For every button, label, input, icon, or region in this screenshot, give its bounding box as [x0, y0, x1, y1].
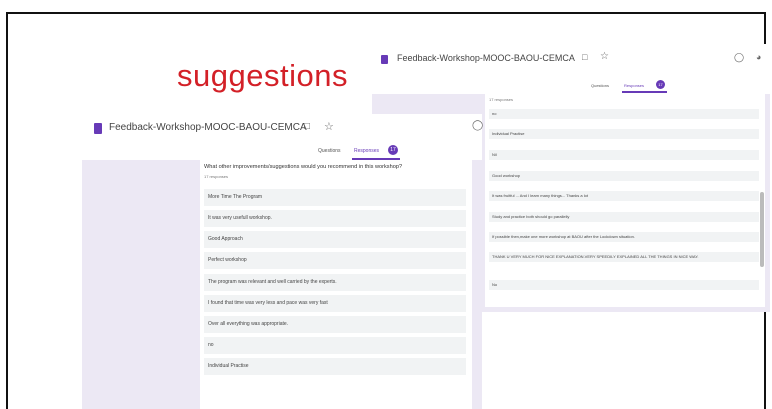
form-icon	[94, 123, 102, 134]
left-responses-card: What other improvements/suggestions woul…	[200, 160, 472, 409]
active-tab-underline	[622, 91, 667, 93]
tab-responses[interactable]: Responses	[624, 83, 644, 88]
list-item: Individual Practise	[489, 129, 759, 139]
left-side-band	[82, 160, 200, 409]
eye-icon[interactable]: ◕	[756, 52, 761, 62]
form-icon	[381, 55, 388, 64]
list-item: no	[204, 337, 466, 354]
list-item: Over all everything was appropriate.	[204, 316, 466, 333]
response-count: 17 responses	[204, 174, 229, 179]
palette-icon[interactable]: ◯	[734, 52, 744, 63]
palette-icon[interactable]: ◯	[472, 120, 483, 131]
folder-icon[interactable]: □	[304, 121, 310, 132]
right-side-band	[472, 160, 482, 409]
list-item: I found that time was very less and pace…	[204, 295, 466, 312]
response-count: 17 responses	[489, 97, 514, 102]
tab-questions[interactable]: Questions	[591, 83, 609, 88]
list-item: no	[489, 109, 759, 119]
list-item: More Time The Program	[204, 189, 466, 206]
list-item: Nil	[489, 150, 759, 160]
list-item: Good Approach	[204, 231, 466, 248]
list-item: No	[489, 280, 759, 290]
slide-title: suggestions	[177, 58, 348, 93]
list-item: THANK U VERY MUCH FOR NICE EXPLANATION.V…	[489, 252, 759, 262]
list-item: It was very usefull workshop.	[204, 210, 466, 227]
scrollbar[interactable]	[760, 192, 764, 267]
list-item: Study and practice both should go parall…	[489, 212, 759, 222]
list-item: Perfect workshop	[204, 252, 466, 269]
list-item: If possible then,make one more workshop …	[489, 232, 759, 242]
list-item: The program was relevant and well carrie…	[204, 274, 466, 291]
right-responses-card: 17 responses no Individual Practise Nil …	[485, 94, 765, 307]
star-icon[interactable]: ☆	[600, 51, 609, 62]
list-item: Individual Practise	[204, 358, 466, 375]
folder-icon[interactable]: □	[582, 52, 587, 62]
star-icon[interactable]: ☆	[324, 120, 334, 133]
left-screenshot: Feedback-Workshop-MOOC-BAOU-CEMCA □ ☆ ◯ …	[82, 114, 483, 409]
left-doc-title: Feedback-Workshop-MOOC-BAOU-CEMCA	[109, 122, 307, 133]
responses-badge: 17	[656, 80, 665, 89]
list-item: It was fruitful ... And I learn many thi…	[489, 191, 759, 201]
right-header: Feedback-Workshop-MOOC-BAOU-CEMCA □ ☆ ◯ …	[372, 44, 770, 94]
list-item: Good workshop	[489, 171, 759, 181]
tab-responses[interactable]: Responses	[354, 148, 379, 154]
left-header: Feedback-Workshop-MOOC-BAOU-CEMCA □ ☆ ◯ …	[82, 114, 483, 160]
right-doc-title: Feedback-Workshop-MOOC-BAOU-CEMCA	[397, 53, 575, 63]
question-title: What other improvements/suggestions woul…	[204, 164, 403, 170]
tab-questions[interactable]: Questions	[318, 148, 341, 154]
responses-badge: 17	[388, 145, 398, 155]
